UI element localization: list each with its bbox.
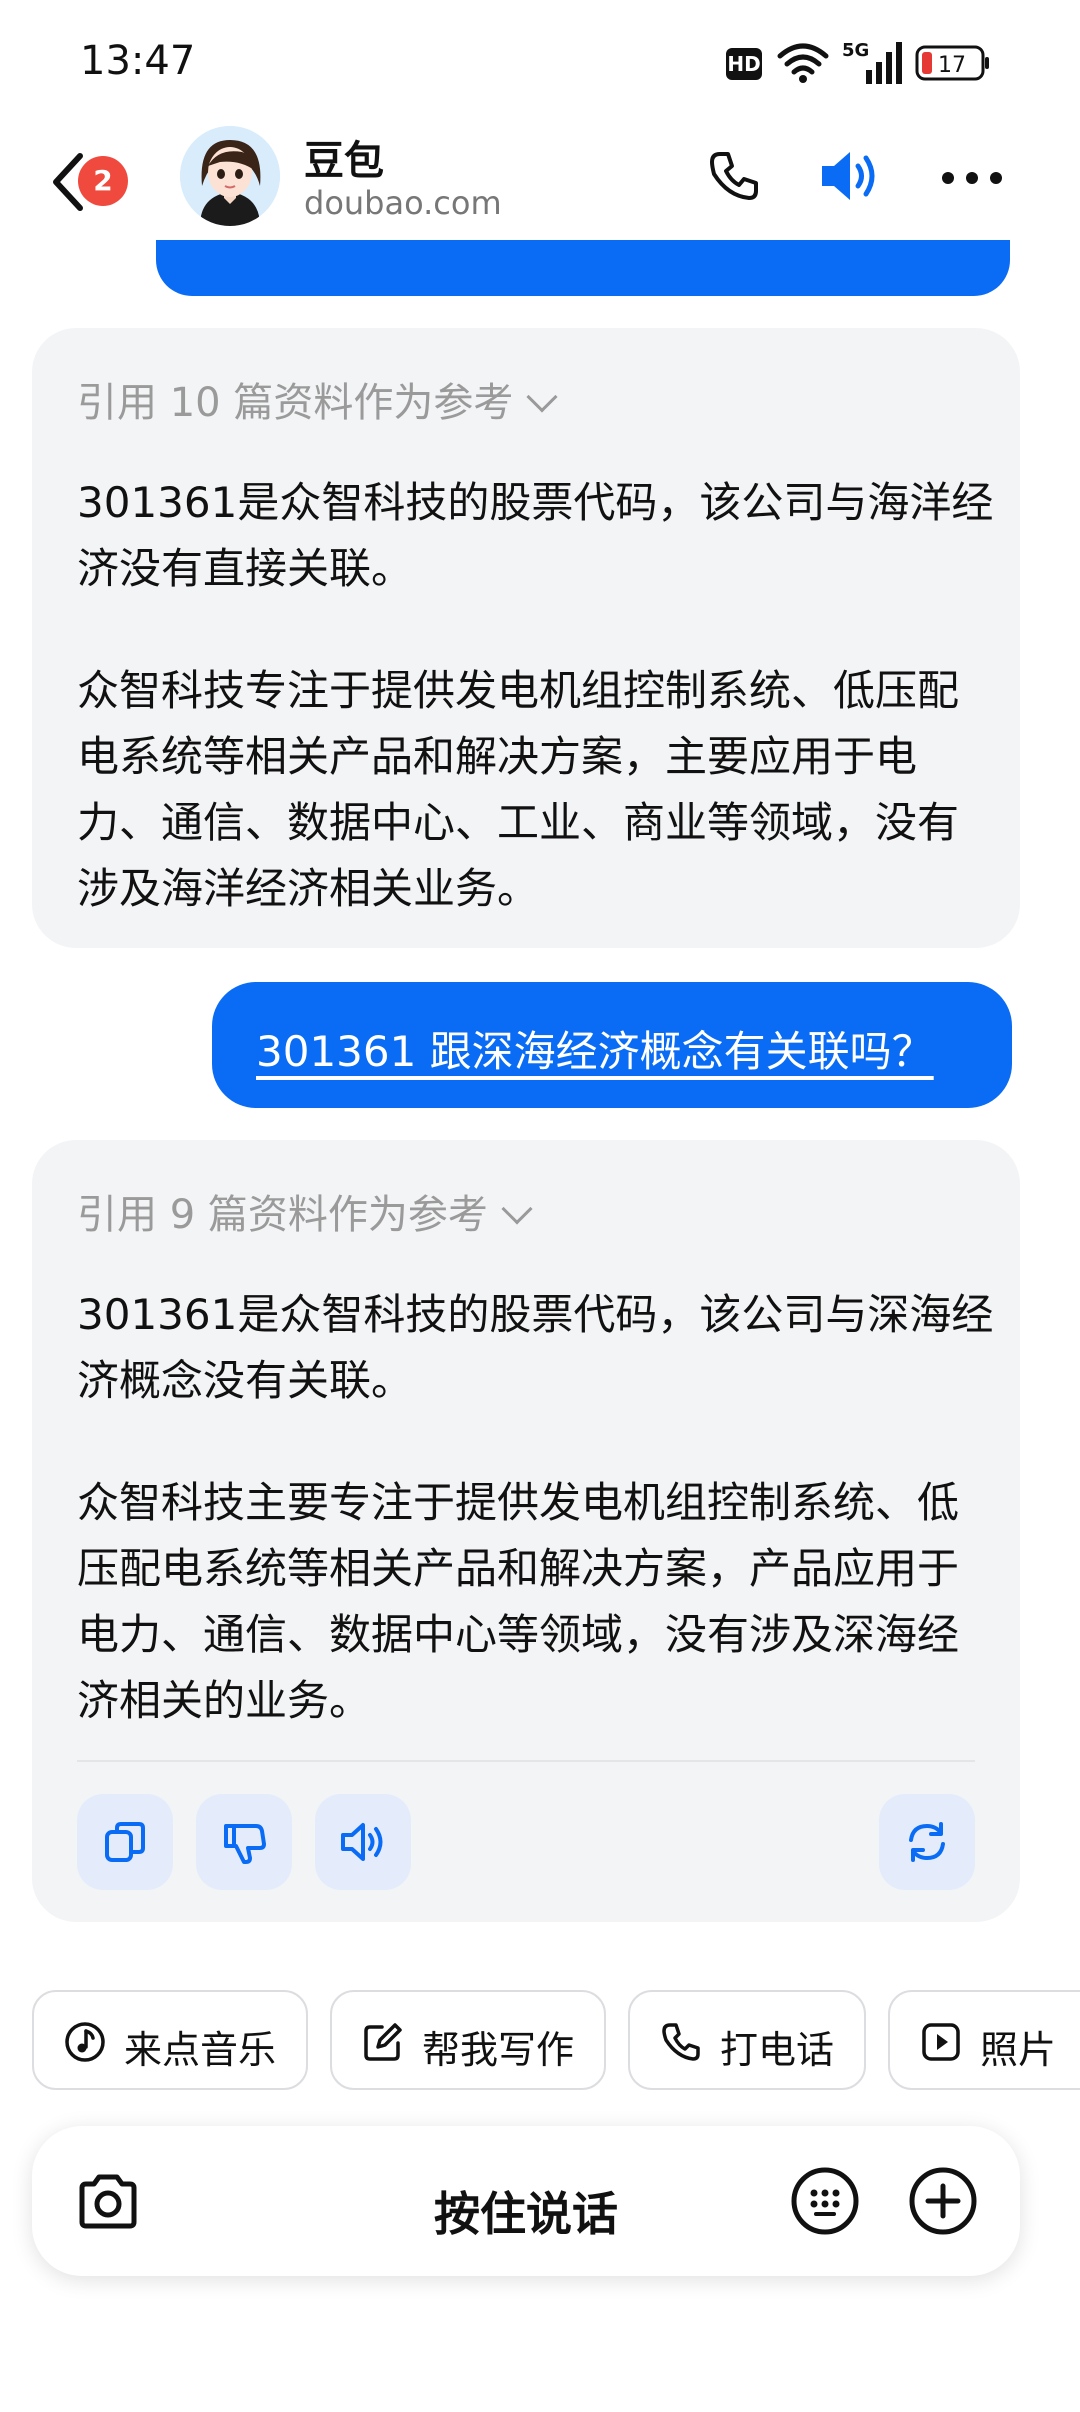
play-icon [922, 2023, 960, 2061]
status-bar: 13:47 HD 5G 17 [0, 0, 1080, 120]
divider [77, 1760, 975, 1762]
keyboard-icon[interactable] [790, 2166, 860, 2236]
chevron-down-icon [501, 1193, 533, 1225]
chip-label: 来点音乐 [124, 2028, 277, 2072]
copy-button[interactable] [77, 1794, 173, 1890]
edit-icon [364, 2023, 402, 2061]
references-label: 引用 9 篇资料作为参考 [77, 1192, 488, 1238]
status-time: 13:47 [80, 38, 196, 84]
answer-paragraph: 301361是众智科技的股票代码，该公司与海洋经济没有直接关联。 [77, 478, 994, 593]
signal-icon: 5G [842, 40, 902, 84]
user-message-text[interactable]: 301361 跟深海经济概念有关联吗？ [256, 1018, 934, 1079]
more-icon[interactable] [940, 170, 1004, 186]
chat-title: 豆包 [304, 138, 384, 184]
chip-call[interactable]: 打电话 [628, 1990, 866, 2090]
chat-subtitle: doubao.com [304, 184, 502, 222]
phone-icon[interactable] [706, 148, 762, 204]
unread-badge: 2 [78, 156, 128, 206]
dislike-button[interactable] [196, 1794, 292, 1890]
chip-music[interactable]: 来点音乐 [32, 1990, 308, 2090]
music-icon [65, 2022, 105, 2062]
read-aloud-icon [341, 1823, 383, 1861]
references-toggle[interactable]: 引用 10 篇资料作为参考 [77, 370, 558, 428]
chat-screen: 13:47 HD 5G 17 2 豆包 doubao.com 引用 10 篇资料… [0, 0, 1080, 2412]
dislike-icon [224, 1824, 266, 1864]
network-type: 5G [842, 40, 869, 61]
regenerate-icon [909, 1822, 945, 1862]
user-message-bubble-previous[interactable] [156, 240, 1010, 296]
chip-writing[interactable]: 帮我写作 [330, 1990, 606, 2090]
battery-icon: 17 [915, 45, 989, 81]
hd-indicator: HD [726, 48, 762, 80]
answer-paragraph: 301361是众智科技的股票代码，该公司与深海经济概念没有关联。 [77, 1290, 994, 1405]
answer-paragraph: 众智科技主要专注于提供发电机组控制系统、低压配电系统等相关产品和解决方案，产品应… [77, 1478, 960, 1725]
answer-paragraph: 众智科技专注于提供发电机组控制系统、低压配电系统等相关产品和解决方案，主要应用于… [77, 666, 960, 913]
chip-photo[interactable]: 照片 [888, 1990, 1080, 2090]
avatar-image [180, 126, 280, 226]
avatar[interactable] [180, 126, 280, 226]
read-aloud-button[interactable] [315, 1794, 411, 1890]
chip-label: 帮我写作 [422, 2028, 575, 2072]
phone-icon [662, 2023, 700, 2061]
references-label: 引用 10 篇资料作为参考 [77, 380, 514, 426]
speaker-icon[interactable] [818, 146, 882, 206]
references-toggle[interactable]: 引用 9 篇资料作为参考 [77, 1182, 533, 1240]
hold-to-talk-button[interactable]: 按住说话 [32, 2178, 1020, 2244]
regenerate-button[interactable] [879, 1794, 975, 1890]
user-message-bubble[interactable]: 301361 跟深海经济概念有关联吗？ [212, 982, 1012, 1108]
battery-level: 17 [938, 53, 966, 78]
chip-label: 打电话 [720, 2028, 835, 2072]
copy-icon [105, 1822, 145, 1862]
chip-label: 照片 [980, 2028, 1057, 2072]
input-bar: 按住说话 [32, 2126, 1020, 2276]
chevron-down-icon [526, 381, 558, 413]
wifi-icon [777, 43, 829, 83]
plus-icon[interactable] [908, 2166, 978, 2236]
assistant-message-card: 引用 10 篇资料作为参考 301361是众智科技的股票代码，该公司与海洋经济没… [32, 328, 1020, 948]
assistant-message-card: 引用 9 篇资料作为参考 301361是众智科技的股票代码，该公司与深海经济概念… [32, 1140, 1020, 1922]
suggestion-chips: 来点音乐 帮我写作 打电话 照片 [0, 1990, 1080, 2094]
